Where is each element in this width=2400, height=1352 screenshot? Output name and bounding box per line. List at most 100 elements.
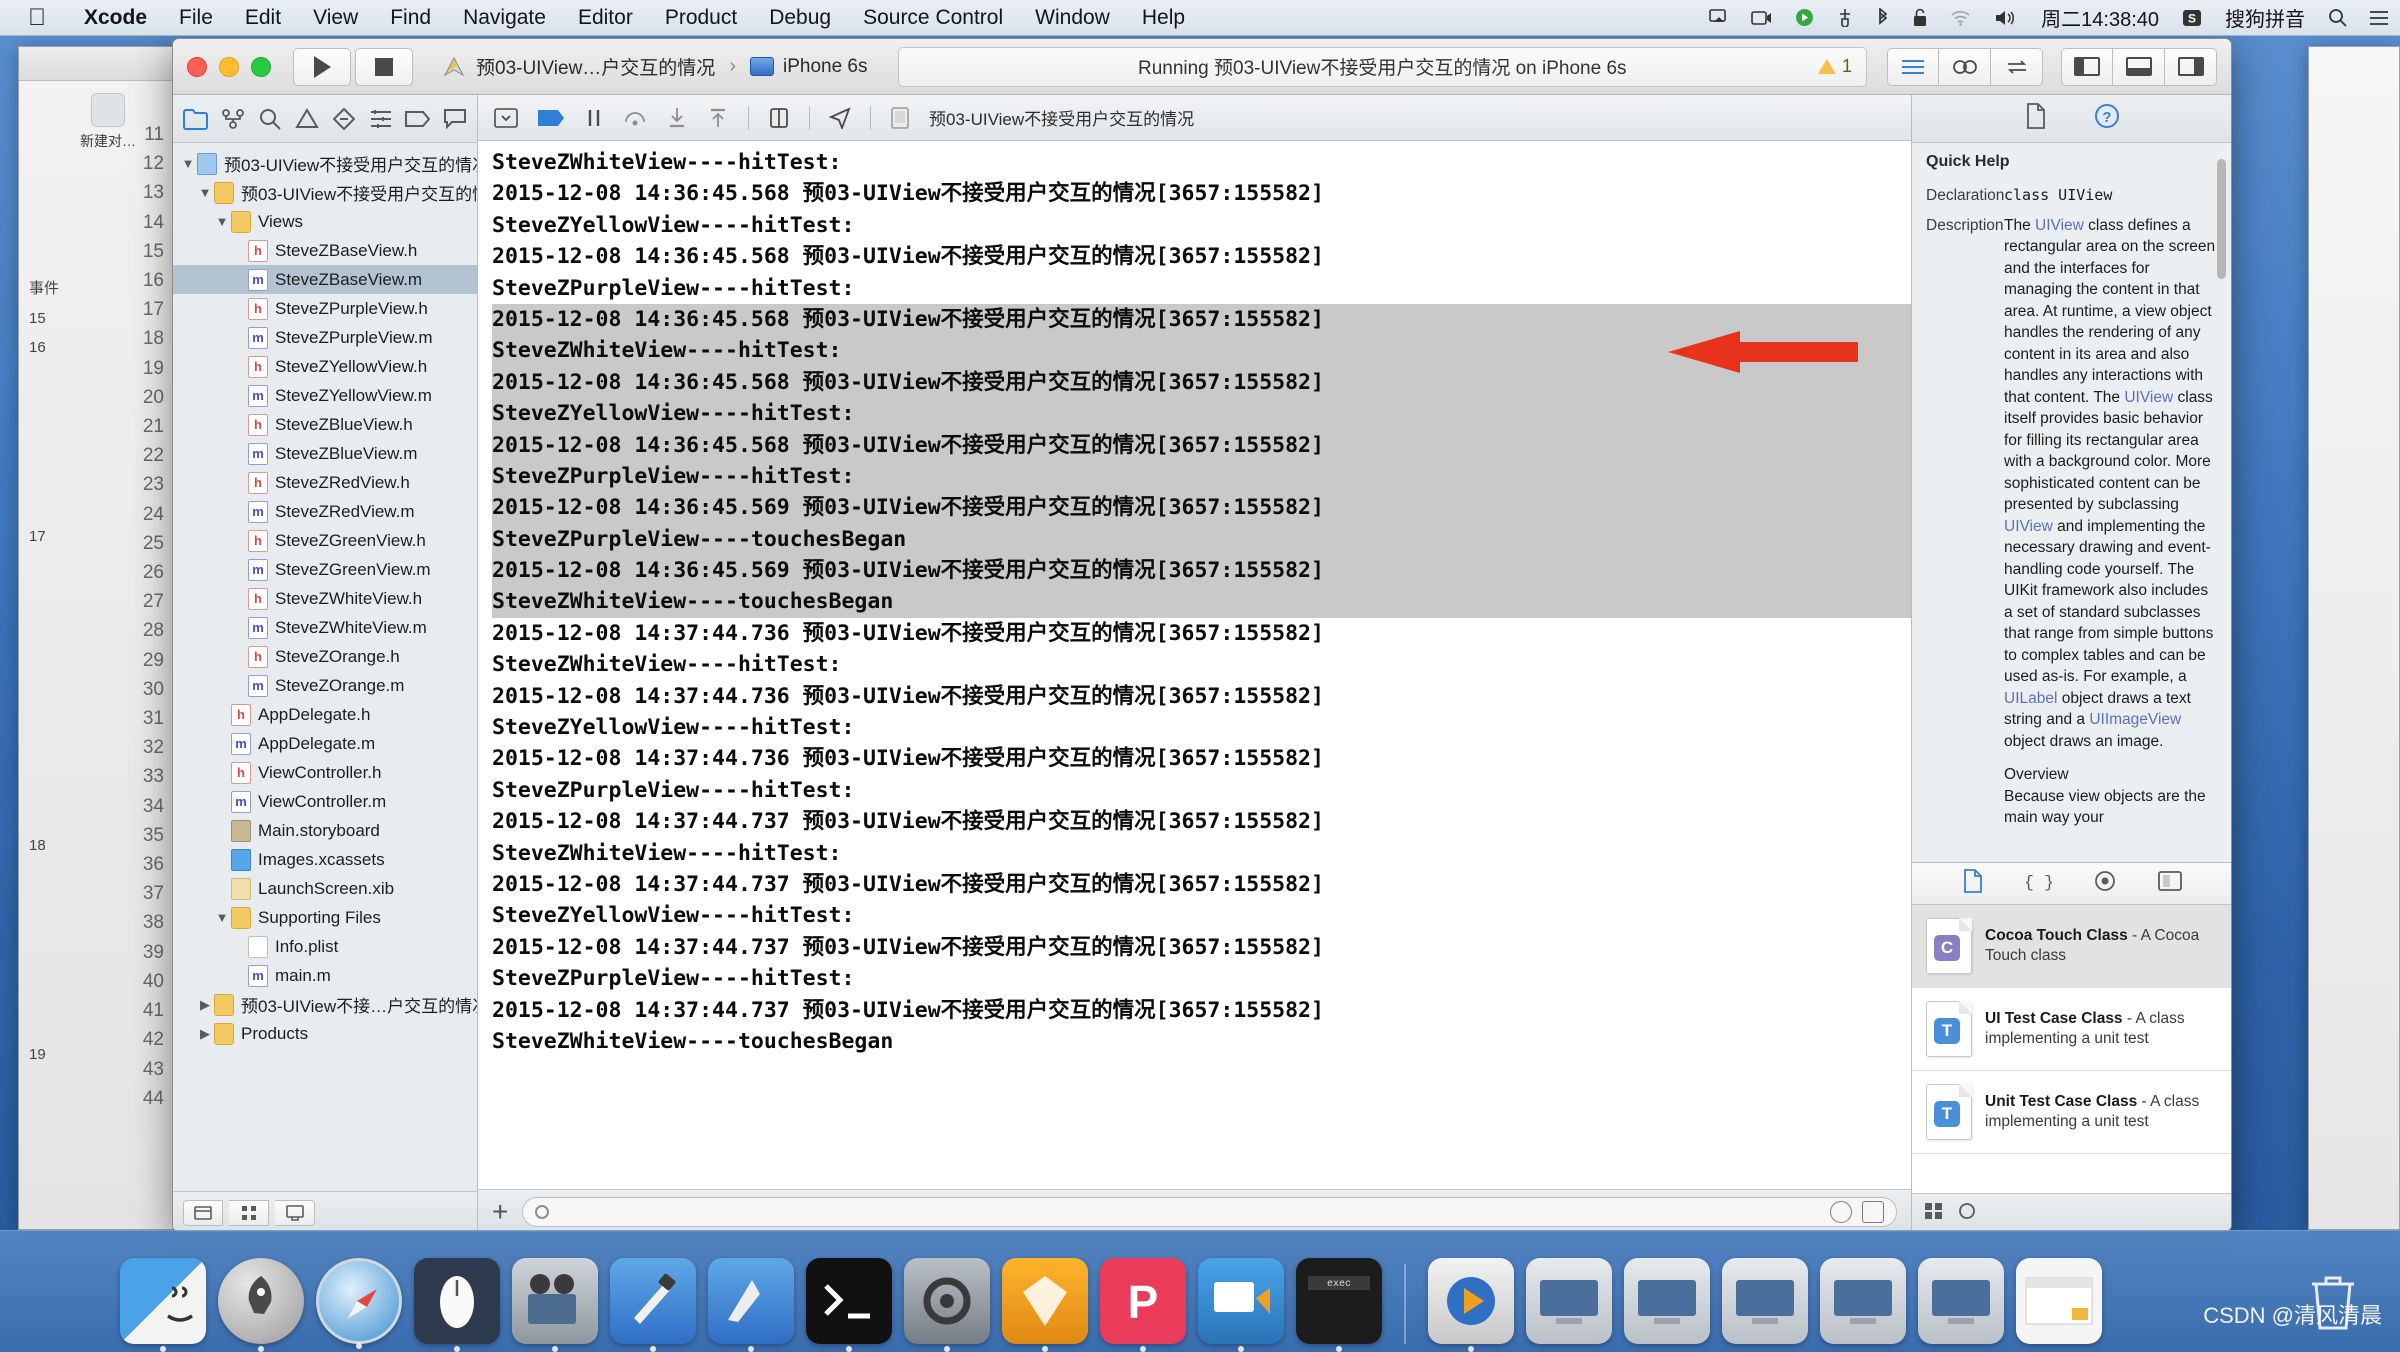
sketch-icon[interactable] bbox=[1002, 1258, 1088, 1352]
apple-logo-icon[interactable]:  bbox=[28, 4, 46, 32]
step-over-icon[interactable] bbox=[623, 108, 647, 128]
library-item-list[interactable]: C Cocoa Touch Class - A Cocoa Touch class… bbox=[1912, 905, 2231, 1193]
file-tree-row[interactable]: h SteveZRedView.h bbox=[173, 468, 477, 497]
principle-icon[interactable]: P bbox=[1100, 1258, 1186, 1352]
device-name[interactable]: iPhone 6s bbox=[783, 56, 868, 78]
warning-indicator[interactable]: 1 bbox=[1817, 56, 1852, 77]
view-debugging-icon[interactable] bbox=[768, 107, 790, 129]
disclosure-triangle-open-icon[interactable]: ▼ bbox=[213, 214, 231, 229]
project-file-tree[interactable]: ▼ 预03-UIView不接受用户交互的情况 ▼ 预03-UIView不接受用户交互的… bbox=[173, 143, 477, 1191]
wifi-icon[interactable] bbox=[1939, 10, 1983, 26]
library-grid-icon[interactable] bbox=[1924, 1202, 1944, 1225]
quicktime-icon[interactable] bbox=[512, 1258, 598, 1352]
object-library-icon[interactable] bbox=[2094, 870, 2116, 897]
simulator-icon-1[interactable] bbox=[1526, 1258, 1612, 1344]
macos-dock[interactable]: P exec bbox=[0, 1230, 2400, 1352]
navigator-footer[interactable] bbox=[173, 1191, 477, 1231]
library-list-item[interactable]: T Unit Test Case Class - A class implemen… bbox=[1912, 1071, 2231, 1154]
notification-center-icon[interactable] bbox=[2358, 10, 2400, 26]
uiview-link-3[interactable]: UIView bbox=[2004, 518, 2053, 535]
file-tree-row[interactable]: ▼ 预03-UIView不接受用户交互的情况 bbox=[173, 149, 477, 178]
file-template-library-icon[interactable] bbox=[1962, 869, 1984, 898]
vlc-icon[interactable] bbox=[1428, 1258, 1514, 1352]
library-tab-bar[interactable]: { } bbox=[1912, 863, 2231, 905]
debug-navigator-icon[interactable] bbox=[366, 104, 396, 134]
disclosure-triangle-closed-icon[interactable]: ▶ bbox=[196, 1026, 214, 1042]
continue-pause-icon[interactable] bbox=[584, 108, 604, 128]
code-snippet-library-icon[interactable]: { } bbox=[2023, 870, 2054, 897]
file-tree-row[interactable]: Main.storyboard bbox=[173, 816, 477, 845]
utilities-toggle-icon[interactable] bbox=[2165, 47, 2217, 86]
file-tree-row[interactable]: h SteveZPurpleView.h bbox=[173, 294, 477, 323]
file-tree-row[interactable]: ▶ 预03-UIView不接…户交互的情况Tests bbox=[173, 990, 477, 1019]
location-simulate-icon[interactable] bbox=[829, 106, 851, 129]
stop-button[interactable] bbox=[355, 47, 413, 86]
file-tree-row[interactable]: h AppDelegate.h bbox=[173, 700, 477, 729]
menu-item-help[interactable]: Help bbox=[1126, 6, 1201, 30]
grid-view-icon[interactable] bbox=[229, 1199, 269, 1226]
inspector-tab-bar[interactable]: ? bbox=[1912, 95, 2231, 143]
library-list-item[interactable]: T UI Test Case Class - A class implementi… bbox=[1912, 988, 2231, 1071]
assistant-editor-icon[interactable] bbox=[1939, 47, 1991, 86]
hide-debug-area-icon[interactable] bbox=[494, 107, 518, 128]
uiimageview-link[interactable]: UIImageView bbox=[2089, 711, 2181, 728]
console-footer[interactable]: + bbox=[478, 1189, 1911, 1231]
scheme-breadcrumb[interactable]: 预03-UIView…户交互的情况 › iPhone 6s bbox=[431, 49, 878, 84]
terminal-icon[interactable] bbox=[806, 1258, 892, 1352]
menu-item-xcode[interactable]: Xcode bbox=[68, 6, 163, 30]
menu-item-source-control[interactable]: Source Control bbox=[847, 6, 1019, 30]
history-icon[interactable] bbox=[1830, 1200, 1852, 1223]
file-tree-row[interactable]: m SteveZWhiteView.m bbox=[173, 613, 477, 642]
xcode-beta-icon[interactable] bbox=[708, 1258, 794, 1352]
menu-item-window[interactable]: Window bbox=[1019, 6, 1126, 30]
file-tree-row[interactable]: h SteveZBaseView.h bbox=[173, 236, 477, 265]
uilabel-link[interactable]: UILabel bbox=[2004, 690, 2057, 707]
filter-view-icon[interactable] bbox=[275, 1199, 315, 1226]
file-tree-row[interactable]: h SteveZGreenView.h bbox=[173, 526, 477, 555]
simulator-icon-3[interactable] bbox=[1722, 1258, 1808, 1344]
menu-item-navigate[interactable]: Navigate bbox=[447, 6, 562, 30]
step-into-icon[interactable] bbox=[666, 107, 688, 129]
screenflow-icon[interactable] bbox=[1198, 1258, 1284, 1352]
clear-console-icon[interactable] bbox=[1862, 1200, 1884, 1223]
iterm-icon[interactable]: exec bbox=[1296, 1258, 1382, 1352]
file-tree-row[interactable]: h SteveZYellowView.h bbox=[173, 352, 477, 381]
search-icon[interactable] bbox=[2317, 8, 2358, 27]
report-navigator-icon[interactable] bbox=[440, 104, 470, 134]
file-tree-row[interactable]: h ViewController.h bbox=[173, 758, 477, 787]
file-tree-row[interactable]: m SteveZBaseView.m bbox=[173, 265, 477, 294]
breakpoints-toggle-icon[interactable] bbox=[537, 109, 565, 127]
library-list-item[interactable]: C Cocoa Touch Class - A Cocoa Touch class bbox=[1912, 905, 2231, 988]
file-tree-row[interactable]: m ViewController.m bbox=[173, 787, 477, 816]
menu-item-debug[interactable]: Debug bbox=[753, 6, 847, 30]
step-out-icon[interactable] bbox=[707, 107, 729, 129]
test-navigator-icon[interactable] bbox=[329, 104, 359, 134]
play-circle-icon[interactable] bbox=[1784, 8, 1825, 27]
menu-item-product[interactable]: Product bbox=[649, 6, 753, 30]
finder-icon[interactable] bbox=[120, 1258, 206, 1352]
library-footer[interactable] bbox=[1912, 1193, 2231, 1231]
view-toggle-segments[interactable] bbox=[2061, 47, 2217, 86]
add-simulator-button[interactable]: + bbox=[492, 1197, 508, 1226]
file-tree-row[interactable]: ▼ 预03-UIView不接受用户交互的情况 bbox=[173, 178, 477, 207]
project-navigator-icon[interactable] bbox=[181, 104, 211, 134]
finder-window-icon[interactable] bbox=[2016, 1258, 2102, 1344]
standard-editor-icon[interactable] bbox=[1887, 47, 1939, 86]
file-tree-row[interactable]: ▼ Supporting Files bbox=[173, 903, 477, 932]
airplay-icon[interactable] bbox=[1698, 8, 1740, 27]
debug-bar[interactable]: 预03-UIView不接受用户交互的情况 bbox=[478, 95, 1911, 141]
simulator-icon-5[interactable] bbox=[1918, 1258, 2004, 1344]
menu-item-view[interactable]: View bbox=[297, 6, 374, 30]
file-tree-row[interactable]: Images.xcassets bbox=[173, 845, 477, 874]
file-tree-row[interactable]: h SteveZOrange.h bbox=[173, 642, 477, 671]
mouse-app-icon[interactable] bbox=[414, 1258, 500, 1352]
file-tree-row[interactable]: h SteveZBlueView.h bbox=[173, 410, 477, 439]
file-tree-row[interactable]: m main.m bbox=[173, 961, 477, 990]
file-tree-row[interactable]: m SteveZPurpleView.m bbox=[173, 323, 477, 352]
minimize-button[interactable] bbox=[219, 56, 239, 77]
zoom-button[interactable] bbox=[251, 56, 271, 77]
file-tree-row[interactable]: m SteveZOrange.m bbox=[173, 671, 477, 700]
xcode-window[interactable]: 预03-UIView…户交互的情况 › iPhone 6s Running 预0… bbox=[172, 38, 2232, 1232]
file-tree-row[interactable]: m SteveZGreenView.m bbox=[173, 555, 477, 584]
window-controls[interactable] bbox=[187, 56, 271, 77]
